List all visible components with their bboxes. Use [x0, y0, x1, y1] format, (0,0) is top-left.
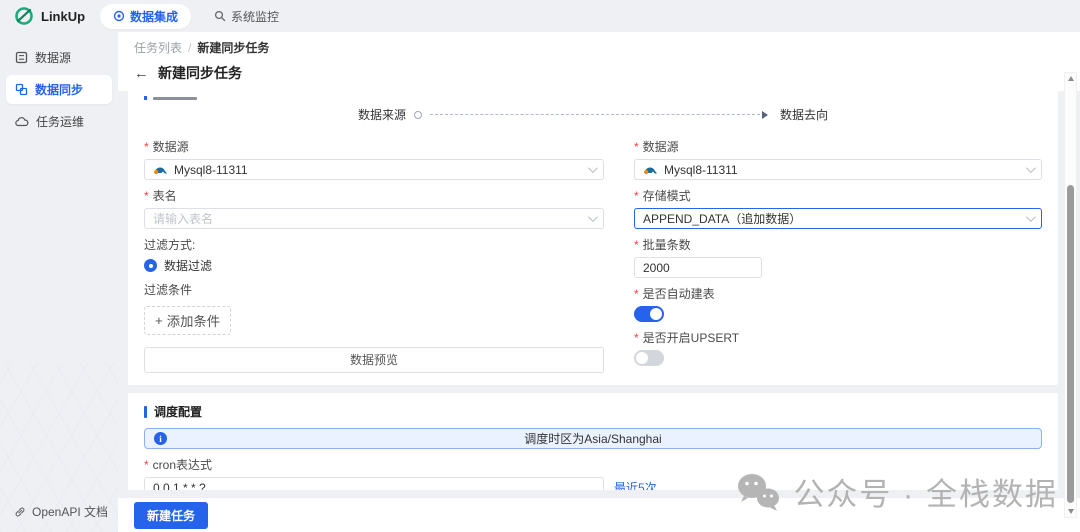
- topbar-tabs: 数据集成 系统监控: [100, 4, 292, 29]
- chevron-down-icon: [1026, 212, 1036, 222]
- section-accent-bar: [144, 406, 147, 418]
- breadcrumb-separator: /: [188, 41, 191, 55]
- plus-icon: +: [155, 313, 163, 328]
- scrollbar[interactable]: [1064, 72, 1077, 518]
- source-datasource-label: *数据源: [144, 138, 604, 155]
- page-title: 新建同步任务: [158, 63, 242, 83]
- breadcrumb: 任务列表 / 新建同步任务: [134, 39, 1064, 56]
- breadcrumb-current: 新建同步任务: [197, 41, 269, 55]
- select-value: Mysql8-11311: [174, 163, 248, 177]
- database-icon: [15, 51, 28, 64]
- tab-system-monitor[interactable]: 系统监控: [201, 4, 292, 29]
- target-datasource-select[interactable]: Mysql8-11311: [634, 159, 1042, 180]
- tab-data-integration[interactable]: 数据集成: [100, 4, 191, 29]
- breadcrumb-parent[interactable]: 任务列表: [134, 41, 182, 55]
- target-datasource-label: *数据源: [634, 138, 1042, 155]
- stepper-dashed-line: [430, 114, 760, 115]
- select-placeholder: 请输入表名: [153, 210, 213, 227]
- source-table-label: *表名: [144, 187, 604, 204]
- schedule-card: 调度配置 i 调度时区为Asia/Shanghai *cron表达式 最近5次 …: [128, 393, 1058, 490]
- title-row: ← 新建同步任务: [134, 56, 1064, 89]
- data-preview-button[interactable]: 数据预览: [144, 347, 604, 373]
- cron-input[interactable]: [144, 477, 604, 490]
- batch-count-input[interactable]: [634, 257, 762, 278]
- submit-button[interactable]: 新建任务: [134, 502, 208, 529]
- link-icon: [14, 506, 26, 518]
- alert-text: 调度时区为Asia/Shanghai: [145, 430, 1041, 447]
- radio-checked-icon: [144, 259, 157, 272]
- chevron-down-icon: [1026, 163, 1036, 173]
- stepper-target-label: 数据去向: [780, 106, 828, 123]
- scroll-down-arrow[interactable]: [1068, 509, 1074, 514]
- stepper-arrow-icon: [762, 111, 772, 119]
- filter-radio-label: 数据过滤: [164, 257, 212, 274]
- back-icon[interactable]: ←: [134, 66, 149, 81]
- stepper-source-label: 数据来源: [358, 106, 406, 123]
- topbar: LinkUp 数据集成 系统监控: [0, 0, 1080, 32]
- chevron-down-icon: [588, 212, 598, 222]
- mysql-icon: [643, 164, 658, 175]
- app-name: LinkUp: [41, 9, 85, 24]
- openapi-doc-link[interactable]: OpenAPI 文档: [14, 503, 108, 520]
- sidebar-item-datasync[interactable]: 数据同步: [6, 75, 112, 104]
- stepper-circle: [414, 111, 422, 119]
- source-datasource-select[interactable]: Mysql8-11311: [144, 159, 604, 180]
- source-table-select[interactable]: 请输入表名: [144, 208, 604, 229]
- auto-create-toggle[interactable]: [634, 306, 664, 322]
- filter-condition-label: 过滤条件: [144, 281, 604, 298]
- batch-count-label: *批量条数: [634, 236, 1042, 253]
- filter-mode-label: 过滤方式:: [144, 236, 604, 253]
- filter-radio-data[interactable]: 数据过滤: [144, 257, 212, 274]
- scroll-up-arrow[interactable]: [1068, 76, 1074, 81]
- sidebar-item-datasource[interactable]: 数据源: [6, 43, 112, 72]
- tab-label: 系统监控: [231, 8, 279, 25]
- target-panel: *数据源 Mysql8-11311: [634, 131, 1042, 373]
- sidebar: 数据源 数据同步 任务运维 OpenAPI 文档: [0, 32, 118, 532]
- sidebar-item-label: 数据源: [35, 49, 71, 66]
- tab-label: 数据集成: [130, 8, 178, 25]
- schedule-section-title: 调度配置: [144, 403, 1042, 420]
- sidebar-item-label: 任务运维: [36, 113, 84, 130]
- select-value: Mysql8-11311: [664, 163, 738, 177]
- upsert-label: *是否开启UPSERT: [634, 329, 1042, 346]
- upsert-toggle[interactable]: [634, 350, 664, 366]
- footer-action-bar: 新建任务: [118, 498, 1080, 532]
- info-icon: i: [154, 432, 167, 445]
- sidebar-item-label: 数据同步: [35, 81, 83, 98]
- openapi-doc-label: OpenAPI 文档: [32, 503, 108, 520]
- sync-icon: [15, 83, 28, 96]
- cloud-icon: [15, 116, 29, 128]
- scroll-content: 数据来源 数据去向 *数据源: [118, 91, 1080, 490]
- clipped-section-header: [144, 95, 1042, 100]
- integration-icon: [113, 10, 125, 22]
- cron-label: *cron表达式: [144, 456, 1042, 473]
- scroll-thumb[interactable]: [1067, 185, 1074, 503]
- auto-create-table-label: *是否自动建表: [634, 285, 1042, 302]
- monitor-icon: [214, 10, 226, 22]
- mysql-icon: [153, 164, 168, 175]
- timezone-alert: i 调度时区为Asia/Shanghai: [144, 428, 1042, 449]
- storage-mode-select[interactable]: APPEND_DATA（追加数据）: [634, 208, 1042, 229]
- chevron-down-icon: [588, 163, 598, 173]
- select-value: APPEND_DATA（追加数据）: [643, 210, 801, 227]
- sync-config-card: 数据来源 数据去向 *数据源: [128, 91, 1058, 385]
- storage-mode-label: *存储模式: [634, 187, 1042, 204]
- sidebar-item-task-ops[interactable]: 任务运维: [6, 107, 112, 136]
- add-condition-button[interactable]: + 添加条件: [144, 306, 231, 335]
- main-content: 任务列表 / 新建同步任务 ← 新建同步任务 数据来源 数据去向: [118, 32, 1080, 532]
- recent-runs-link[interactable]: 最近5次: [614, 479, 657, 490]
- stepper: 数据来源 数据去向: [144, 106, 1042, 123]
- page-header: 任务列表 / 新建同步任务 ← 新建同步任务: [118, 32, 1080, 91]
- required-mark: *: [144, 140, 149, 154]
- source-panel: *数据源 Mysql8-11311: [144, 131, 604, 373]
- linkup-logo: [14, 6, 34, 26]
